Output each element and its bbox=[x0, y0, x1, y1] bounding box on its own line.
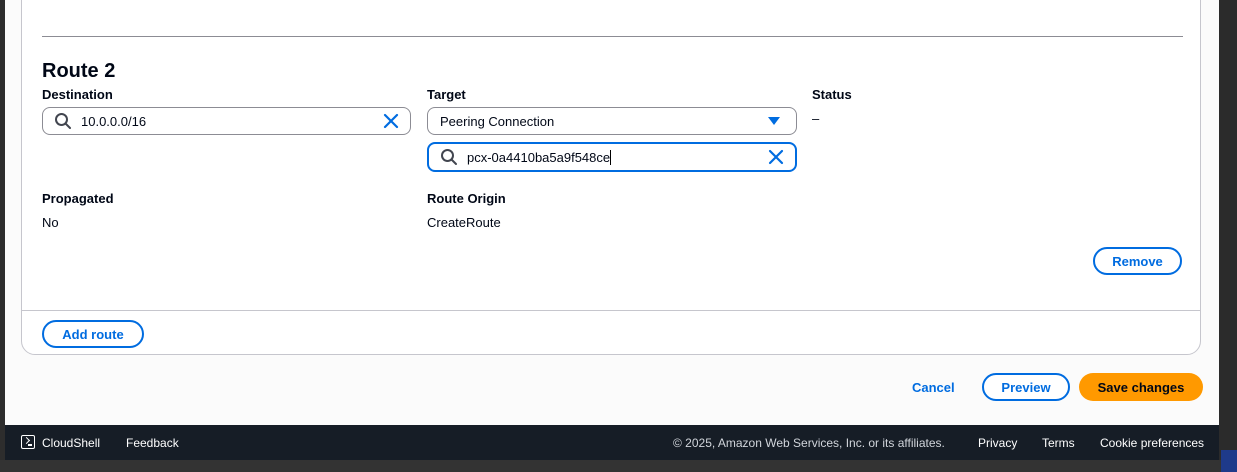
preview-button[interactable]: Preview bbox=[982, 373, 1070, 401]
privacy-link[interactable]: Privacy bbox=[978, 436, 1017, 450]
propagated-value: No bbox=[42, 215, 59, 230]
clear-icon[interactable] bbox=[383, 113, 399, 129]
text-cursor bbox=[610, 149, 612, 165]
search-icon bbox=[55, 113, 71, 129]
copyright-text: © 2025, Amazon Web Services, Inc. or its… bbox=[673, 436, 945, 450]
routes-panel bbox=[21, 0, 1201, 355]
save-changes-button[interactable]: Save changes bbox=[1079, 373, 1203, 401]
route-divider bbox=[42, 36, 1183, 37]
feedback-link[interactable]: Feedback bbox=[126, 436, 179, 450]
remove-route-button[interactable]: Remove bbox=[1093, 247, 1182, 275]
status-label: Status bbox=[812, 87, 852, 102]
route-title: Route 2 bbox=[42, 60, 116, 82]
route-origin-value: CreateRoute bbox=[427, 215, 501, 230]
panel-footer-divider bbox=[21, 310, 1201, 311]
vertical-scrollbar[interactable] bbox=[1219, 0, 1237, 460]
target-search-value: pcx-0a4410ba5a9f548ce bbox=[467, 149, 611, 165]
console-footer: CloudShell Feedback © 2025, Amazon Web S… bbox=[5, 425, 1219, 460]
target-label: Target bbox=[427, 87, 466, 102]
status-value: – bbox=[812, 111, 820, 126]
target-selected-value: Peering Connection bbox=[440, 113, 555, 129]
destination-label: Destination bbox=[42, 87, 113, 102]
destination-input[interactable]: 10.0.0.0/16 bbox=[42, 107, 411, 135]
main-content: Route 2 Destination 10.0.0.0/16 Target P… bbox=[5, 0, 1219, 425]
window-bottom-edge bbox=[0, 460, 1237, 472]
clear-icon[interactable] bbox=[768, 149, 784, 165]
corner-indicator bbox=[1221, 450, 1237, 472]
target-search-input[interactable]: pcx-0a4410ba5a9f548ce bbox=[427, 142, 797, 172]
propagated-label: Propagated bbox=[42, 191, 114, 206]
terms-link[interactable]: Terms bbox=[1042, 436, 1075, 450]
destination-value: 10.0.0.0/16 bbox=[81, 113, 147, 129]
route-origin-label: Route Origin bbox=[427, 191, 506, 206]
cookie-preferences-link[interactable]: Cookie preferences bbox=[1100, 436, 1204, 450]
cancel-button[interactable]: Cancel bbox=[912, 380, 955, 395]
cloudshell-link[interactable]: CloudShell bbox=[42, 436, 100, 450]
cloudshell-icon[interactable] bbox=[21, 435, 35, 449]
add-route-button[interactable]: Add route bbox=[42, 320, 144, 348]
search-icon bbox=[441, 149, 457, 165]
target-select[interactable]: Peering Connection bbox=[427, 107, 797, 135]
dropdown-arrow-icon bbox=[768, 117, 780, 125]
